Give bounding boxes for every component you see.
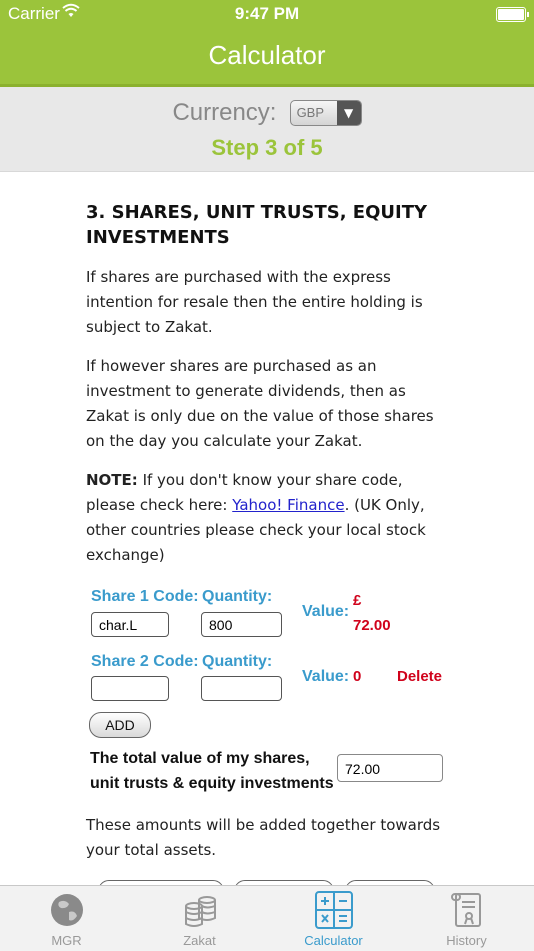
- globe-icon: [47, 890, 87, 930]
- nav-title: Calculator: [208, 40, 326, 70]
- share-1-quantity-label: Quantity:: [202, 588, 273, 605]
- paragraph-dividends: If however shares are purchased as an in…: [86, 357, 434, 450]
- yahoo-finance-link[interactable]: Yahoo! Finance: [232, 496, 344, 514]
- coins-icon: [180, 890, 220, 930]
- tab-mgr[interactable]: MGR: [0, 886, 133, 951]
- share-2-quantity-label: Quantity:: [202, 653, 273, 670]
- dropdown-arrow-icon: ▼: [336, 101, 361, 125]
- total-value-input[interactable]: 72.00: [337, 754, 443, 782]
- footer-text: These amounts will be added together tow…: [86, 816, 441, 859]
- note-label: NOTE:: [86, 471, 138, 489]
- tab-mgr-label: MGR: [51, 933, 82, 948]
- share-1-code-input[interactable]: char.L: [91, 612, 169, 637]
- delete-share-2-button[interactable]: Delete: [397, 668, 442, 685]
- currency-row: Currency: GBP ▼: [0, 99, 534, 127]
- currency-bar: Currency: GBP ▼ Step 3 of 5: [0, 87, 534, 172]
- share-1-value-currency: £: [353, 592, 362, 609]
- share-1-value-label: Value:: [302, 603, 350, 620]
- scroll-icon: [447, 890, 487, 930]
- tab-history[interactable]: History: [400, 886, 533, 951]
- tab-bar: MGR Zakat Calculator History: [0, 885, 534, 951]
- note-paragraph: NOTE: If you don't know your share code,…: [86, 468, 446, 568]
- tab-zakat-label: Zakat: [183, 933, 216, 948]
- total-label: The total value of my shares, unit trust…: [90, 750, 334, 792]
- share-2-value-label: Value:: [302, 668, 350, 685]
- currency-label: Currency:: [172, 99, 277, 126]
- share-2-code-label: Share 2 Code:: [91, 653, 199, 670]
- share-1-quantity-input[interactable]: 800: [201, 612, 282, 637]
- nav-bar: Calculator: [0, 28, 534, 87]
- share-2-value: 0: [353, 668, 362, 685]
- paragraph-resale: If shares are purchased with the express…: [86, 268, 423, 336]
- step-indicator: Step 3 of 5: [211, 135, 323, 160]
- status-bar: Carrier 9:47 PM: [0, 0, 534, 28]
- battery-icon: [496, 7, 529, 22]
- share-1-value: 72.00: [353, 617, 391, 634]
- calculator-icon: [314, 890, 354, 930]
- share-2-quantity-input[interactable]: [201, 676, 282, 701]
- currency-select[interactable]: GBP ▼: [289, 100, 362, 126]
- tab-history-label: History: [446, 933, 487, 948]
- section-heading: 3. SHARES, UNIT TRUSTS, EQUITY INVESTMEN…: [86, 202, 428, 248]
- clock: 9:47 PM: [234, 4, 300, 23]
- content-area[interactable]: 3. SHARES, UNIT TRUSTS, EQUITY INVESTMEN…: [0, 172, 534, 885]
- share-1-code-label: Share 1 Code:: [91, 588, 199, 605]
- add-share-button[interactable]: ADD: [89, 712, 151, 738]
- currency-value: GBP: [296, 105, 325, 120]
- tab-calculator-label: Calculator: [304, 933, 363, 948]
- tab-zakat[interactable]: Zakat: [133, 886, 266, 951]
- share-2-code-input[interactable]: [91, 676, 169, 701]
- tab-calculator[interactable]: Calculator: [267, 886, 400, 951]
